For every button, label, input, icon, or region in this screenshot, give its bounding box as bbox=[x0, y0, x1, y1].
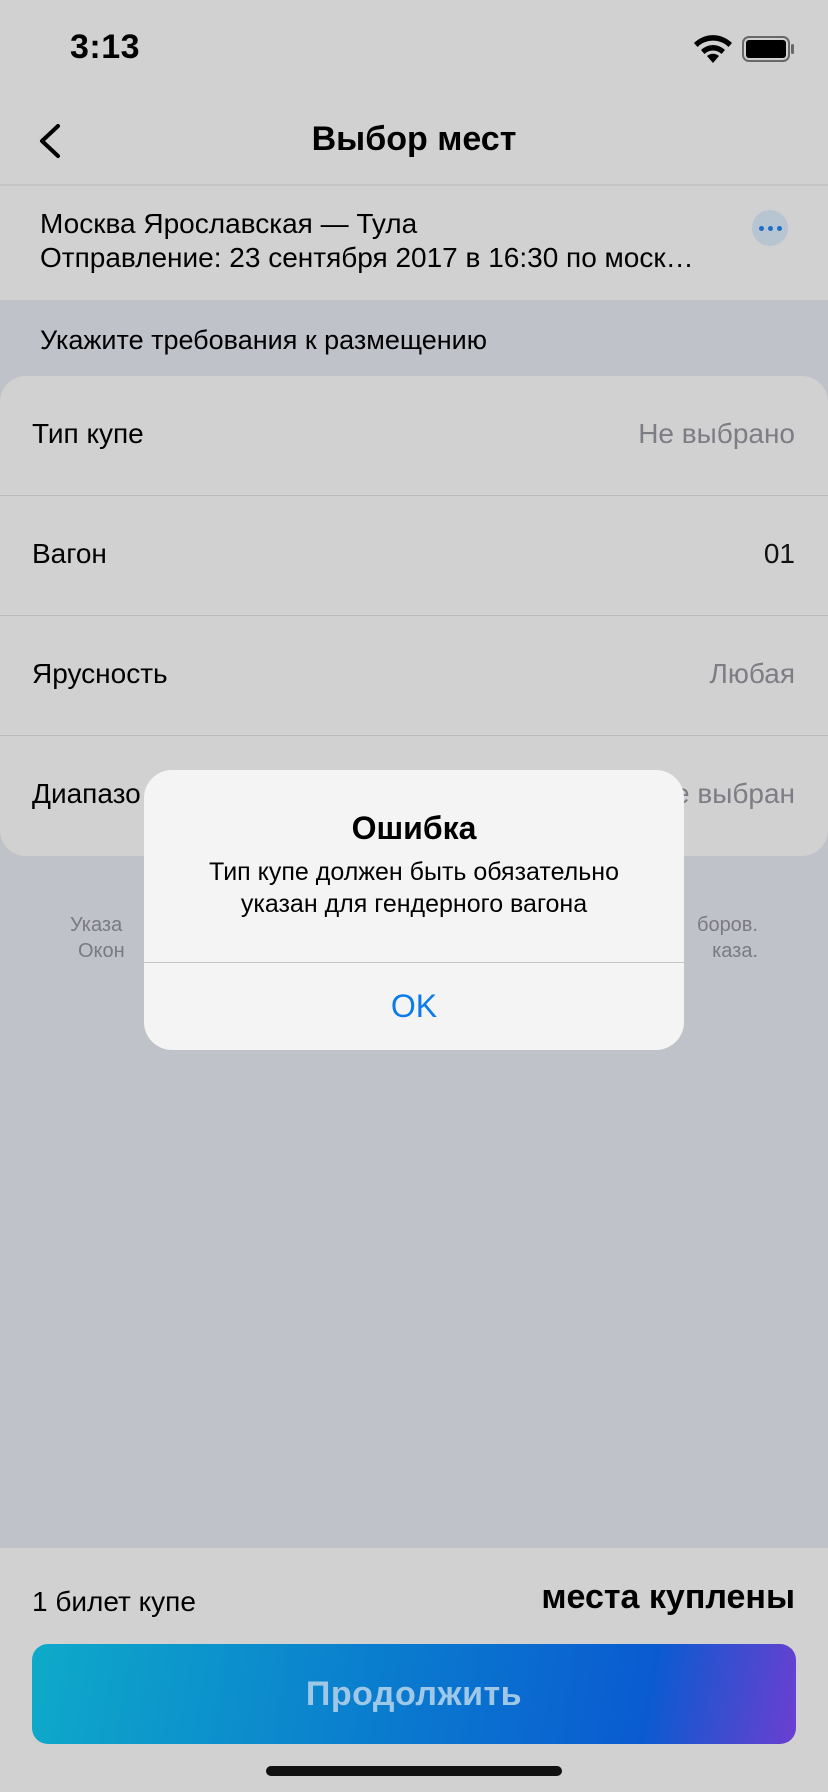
hint-line2-left: Окон bbox=[78, 940, 125, 962]
home-indicator[interactable] bbox=[266, 1766, 562, 1776]
option-value: Любая bbox=[709, 658, 795, 689]
seats-status: места куплены bbox=[541, 1578, 795, 1616]
ticket-info: 1 билет купе bbox=[32, 1586, 196, 1617]
option-row-tier[interactable]: Ярусность Любая bbox=[0, 616, 828, 736]
trip-info: Москва Ярославская — Тула Отправление: 2… bbox=[0, 186, 828, 300]
option-value: 01 bbox=[763, 538, 795, 569]
trip-departure: Отправление: 23 сентября 2017 в 16:30 по… bbox=[40, 242, 694, 273]
status-time: 3:13 bbox=[70, 28, 141, 66]
section-header: Укажите требования к размещению bbox=[40, 325, 488, 355]
alert-ok-button[interactable]: OK bbox=[144, 963, 684, 1050]
hint-line1-left: Указа bbox=[70, 914, 123, 936]
trip-route: Москва Ярославская — Тула bbox=[40, 208, 418, 239]
option-row-car[interactable]: Вагон 01 bbox=[0, 496, 828, 616]
option-label: Тип купе bbox=[32, 418, 144, 449]
navigation-bar: Выбор мест bbox=[0, 100, 828, 186]
option-label: Ярусность bbox=[32, 658, 168, 689]
option-value: е выбран bbox=[674, 778, 795, 809]
status-bar: 3:13 bbox=[0, 0, 828, 100]
option-label: Вагон bbox=[32, 538, 107, 569]
alert-title: Ошибка bbox=[351, 810, 477, 846]
option-row-compartment-type[interactable]: Тип купе Не выбрано bbox=[0, 376, 828, 496]
wifi-icon bbox=[694, 35, 732, 63]
continue-button[interactable]: Продолжить bbox=[32, 1644, 796, 1744]
page-title: Выбор мест bbox=[311, 120, 517, 158]
alert-message: Тип купе должен быть обязательно указан … bbox=[209, 858, 619, 918]
hint-line2-right: каза. bbox=[712, 940, 758, 962]
option-label: Диапазо bbox=[32, 778, 141, 809]
more-icon[interactable] bbox=[752, 210, 788, 246]
hint-line1-right: боров. bbox=[696, 914, 758, 936]
error-alert: Ошибка Тип купе должен быть обязательно … bbox=[144, 770, 684, 1050]
continue-button-label: Продолжить bbox=[305, 1674, 523, 1713]
option-value: Не выбрано bbox=[638, 418, 795, 449]
bottom-panel: 1 билет купе места куплены Продолжить bbox=[0, 1548, 828, 1792]
battery-icon bbox=[742, 36, 794, 62]
